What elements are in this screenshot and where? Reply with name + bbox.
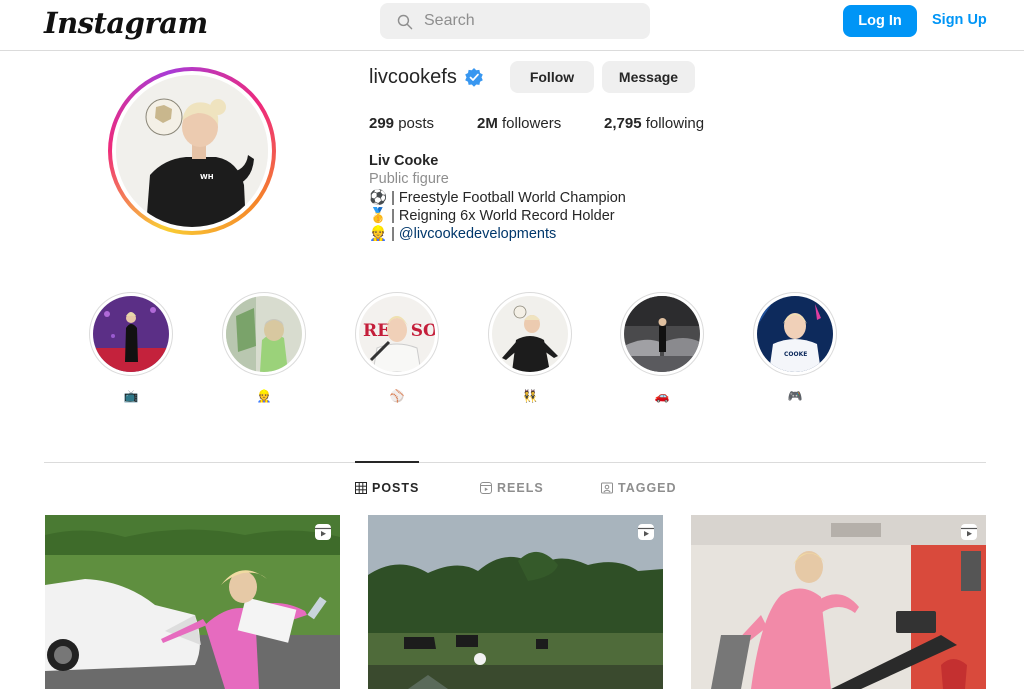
login-button[interactable]: Log In	[843, 5, 917, 37]
highlight-label: 👯	[522, 389, 538, 403]
highlight-label: 👷	[256, 389, 272, 403]
bio-line: ⚽️ | Freestyle Football World Champion	[369, 190, 626, 206]
active-tab-indicator	[355, 461, 419, 463]
highlight-label: 🚗	[654, 389, 670, 403]
svg-text:WH: WH	[200, 173, 214, 181]
verified-badge-icon	[465, 68, 483, 87]
story-highlight[interactable]	[488, 292, 572, 376]
post-thumbnail[interactable]	[691, 515, 986, 689]
search-box[interactable]	[380, 3, 650, 39]
profile-full-name: Liv Cooke	[369, 153, 439, 169]
post-thumbnail[interactable]	[368, 515, 663, 689]
highlight-label: 🎮	[787, 389, 803, 403]
highlight-cover	[93, 296, 169, 372]
story-highlight[interactable]	[620, 292, 704, 376]
story-highlight[interactable]	[89, 292, 173, 376]
post-thumbnail[interactable]	[45, 515, 340, 689]
profile-avatar-ring[interactable]: WH	[108, 67, 276, 235]
following-count[interactable]: 2,795 following	[604, 115, 704, 132]
highlight-cover	[624, 296, 700, 372]
reel-icon	[315, 524, 331, 540]
tagged-icon	[601, 482, 613, 494]
reels-icon	[480, 482, 492, 494]
message-button[interactable]: Message	[602, 61, 695, 93]
search-icon	[397, 14, 413, 29]
story-highlight[interactable]	[222, 292, 306, 376]
highlight-label: 📺	[123, 389, 139, 403]
reel-icon	[961, 524, 977, 540]
tab-reels[interactable]: REELS	[480, 481, 544, 495]
signup-link[interactable]: Sign Up	[932, 12, 987, 28]
bio-link[interactable]: @livcookedevelopments	[399, 226, 556, 242]
highlight-cover: COOKE	[757, 296, 833, 372]
top-navigation-bar: Instagram Log In Sign Up	[0, 0, 1024, 51]
tabs-divider	[44, 462, 986, 463]
posts-count: 299 posts	[369, 115, 435, 132]
highlight-cover	[226, 296, 302, 372]
bio-line: 👷 | @livcookedevelopments	[369, 226, 557, 242]
story-highlight[interactable]: RED SOX	[355, 292, 439, 376]
grid-icon	[355, 482, 367, 494]
svg-text:COOKE: COOKE	[784, 351, 807, 358]
followers-count[interactable]: 2M followers	[477, 115, 561, 132]
reel-icon	[638, 524, 654, 540]
profile-avatar: WH	[116, 75, 268, 227]
tab-posts[interactable]: POSTS	[355, 481, 419, 495]
story-highlight[interactable]: COOKE	[753, 292, 837, 376]
highlight-label: ⚾️	[389, 389, 405, 403]
profile-username: livcookefs	[369, 66, 457, 88]
tab-tagged[interactable]: TAGGED	[601, 481, 677, 495]
follow-button[interactable]: Follow	[510, 61, 594, 93]
bio-line: 🥇 | Reigning 6x World Record Holder	[369, 208, 615, 224]
highlight-cover	[492, 296, 568, 372]
search-input[interactable]	[424, 12, 624, 30]
highlight-cover: RED SOX	[359, 296, 435, 372]
instagram-logo[interactable]: Instagram	[44, 6, 208, 40]
profile-category: Public figure	[369, 171, 449, 187]
